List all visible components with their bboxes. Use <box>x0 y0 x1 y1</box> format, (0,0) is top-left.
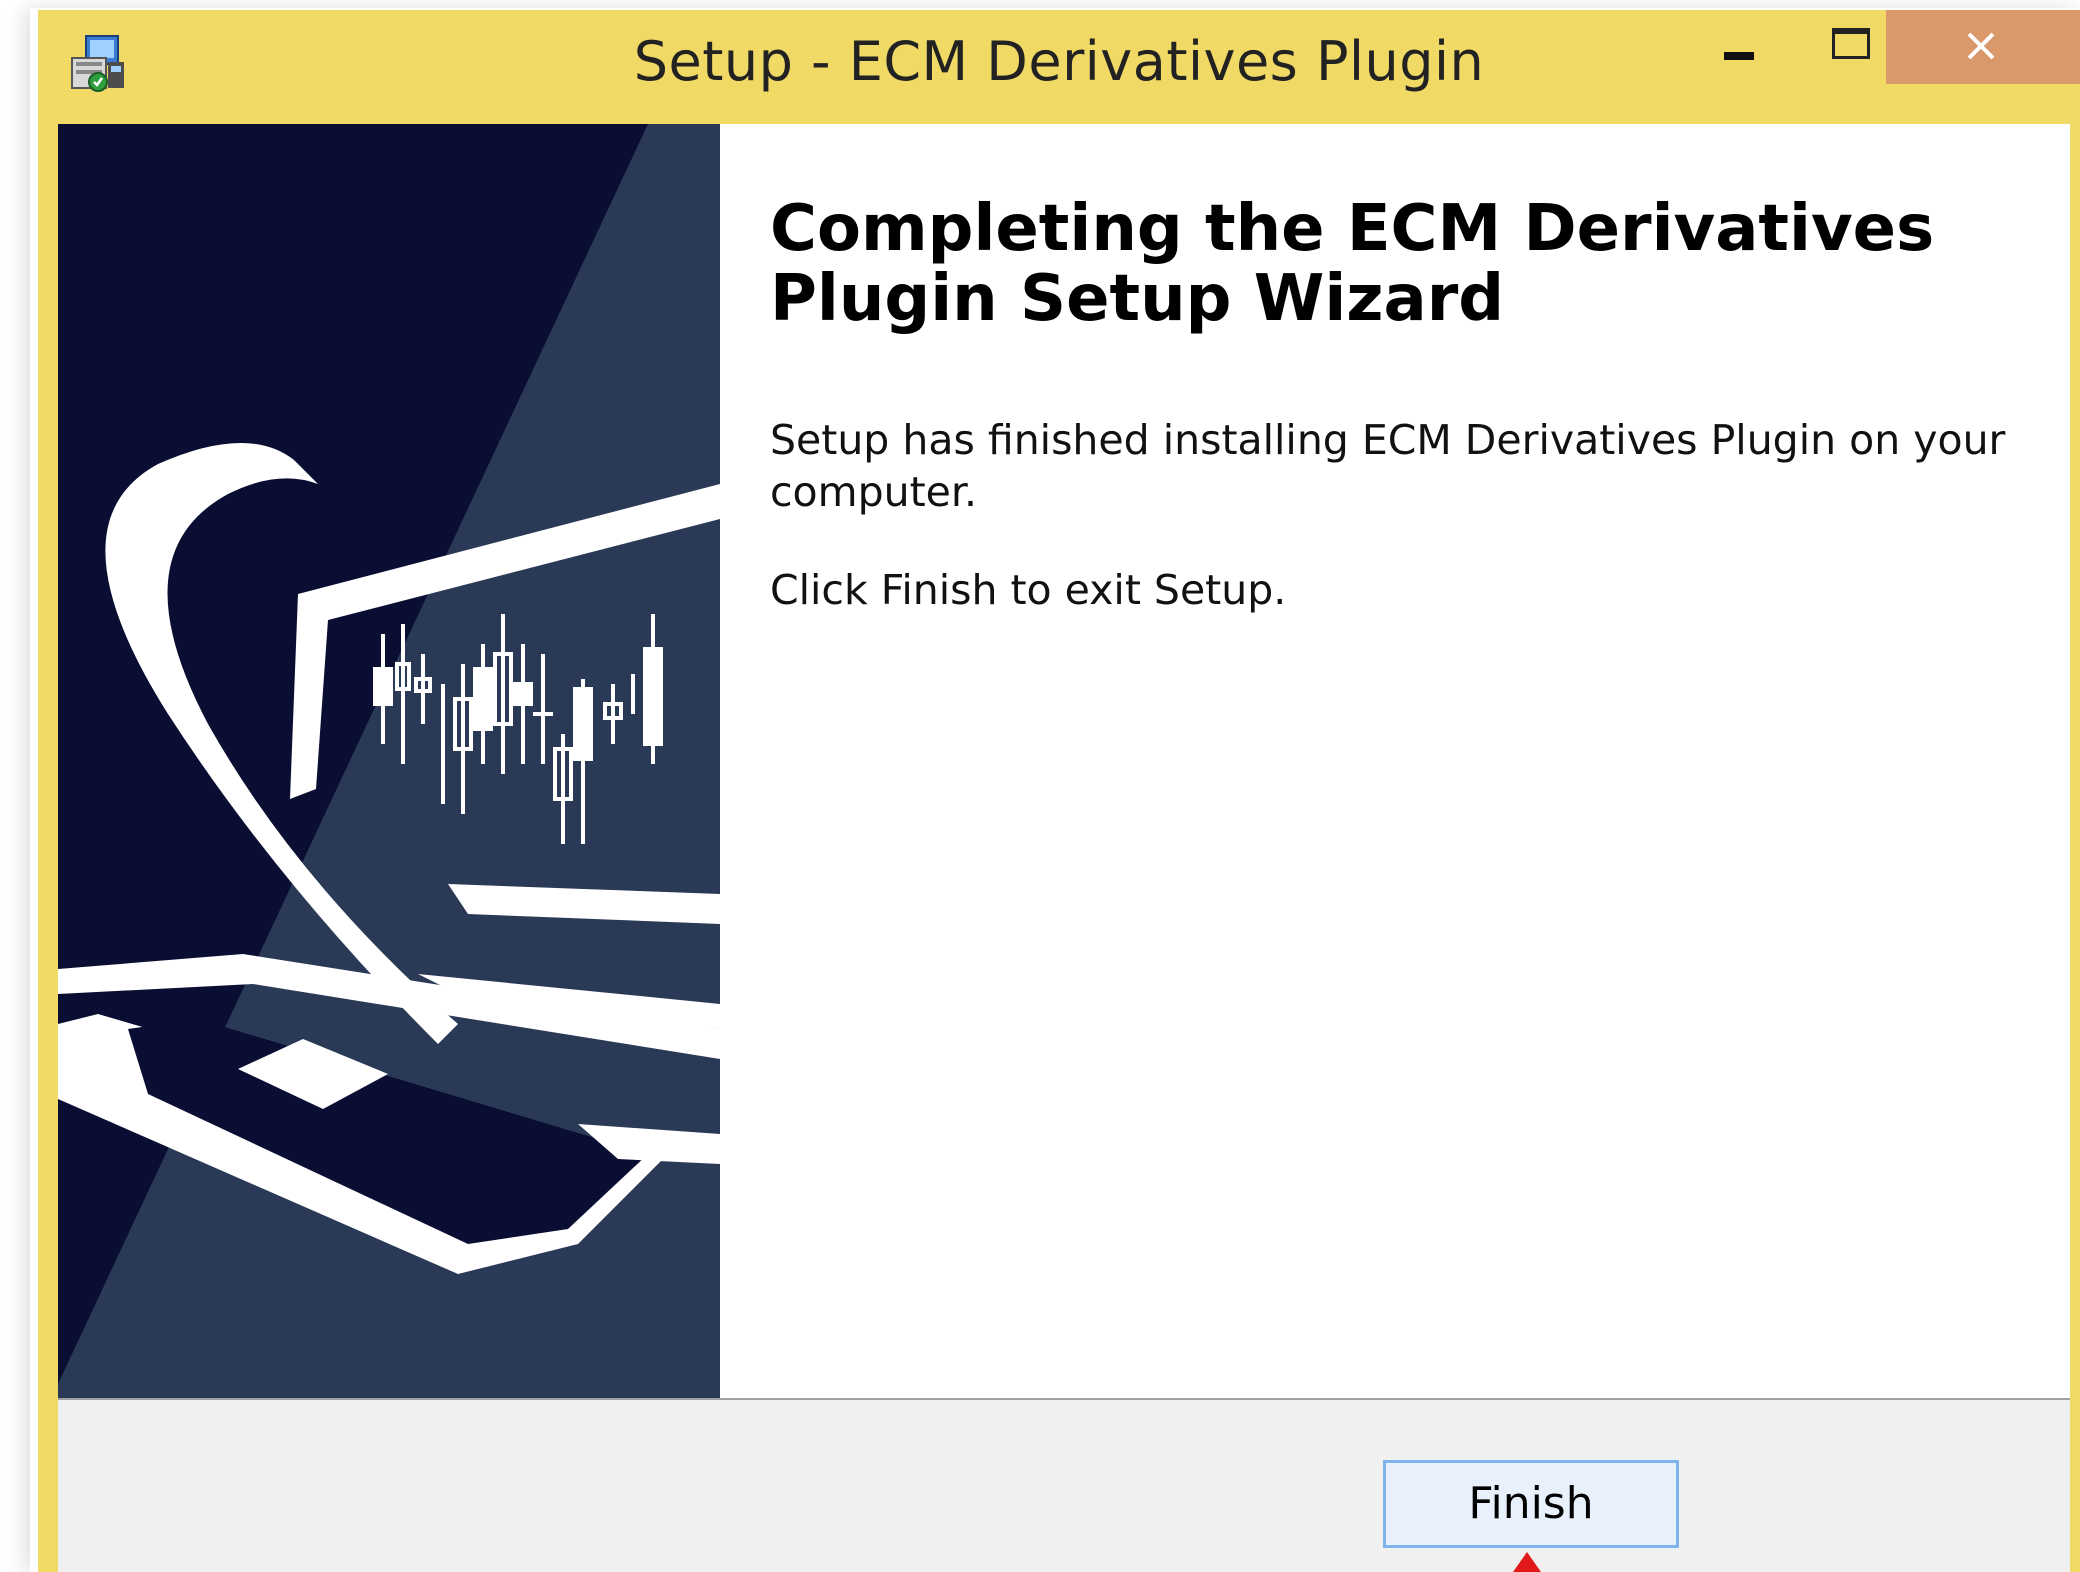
button-bar: Finish <box>58 1400 2070 1572</box>
title-bar[interactable]: Setup - ECM Derivatives Plugin <box>38 10 2080 124</box>
setup-window: Setup - ECM Derivatives Plugin Completin… <box>38 10 2080 1572</box>
finish-message: Setup has finished installing ECM Deriva… <box>770 416 2006 516</box>
finish-button-label: Finish <box>1468 1478 1594 1529</box>
maximize-icon <box>1832 28 1870 59</box>
close-button[interactable] <box>1886 10 2080 84</box>
pointer-arrow-icon <box>1513 1552 1541 1572</box>
wizard-content: Completing the ECM Derivatives Plugin Se… <box>58 124 2070 1572</box>
wizard-side-image <box>58 124 720 1398</box>
wizard-heading: Completing the ECM Derivatives Plugin Se… <box>770 192 1935 336</box>
monitor-candlestick-chart-illustration <box>58 124 720 1398</box>
minimize-icon <box>1724 52 1754 60</box>
finish-button[interactable]: Finish <box>1383 1460 1679 1548</box>
close-icon <box>1967 32 1995 60</box>
minimize-button[interactable] <box>1684 10 1794 84</box>
exit-instruction: Click Finish to exit Setup. <box>770 566 1287 614</box>
wizard-main-panel: Completing the ECM Derivatives Plugin Se… <box>720 124 2070 1398</box>
